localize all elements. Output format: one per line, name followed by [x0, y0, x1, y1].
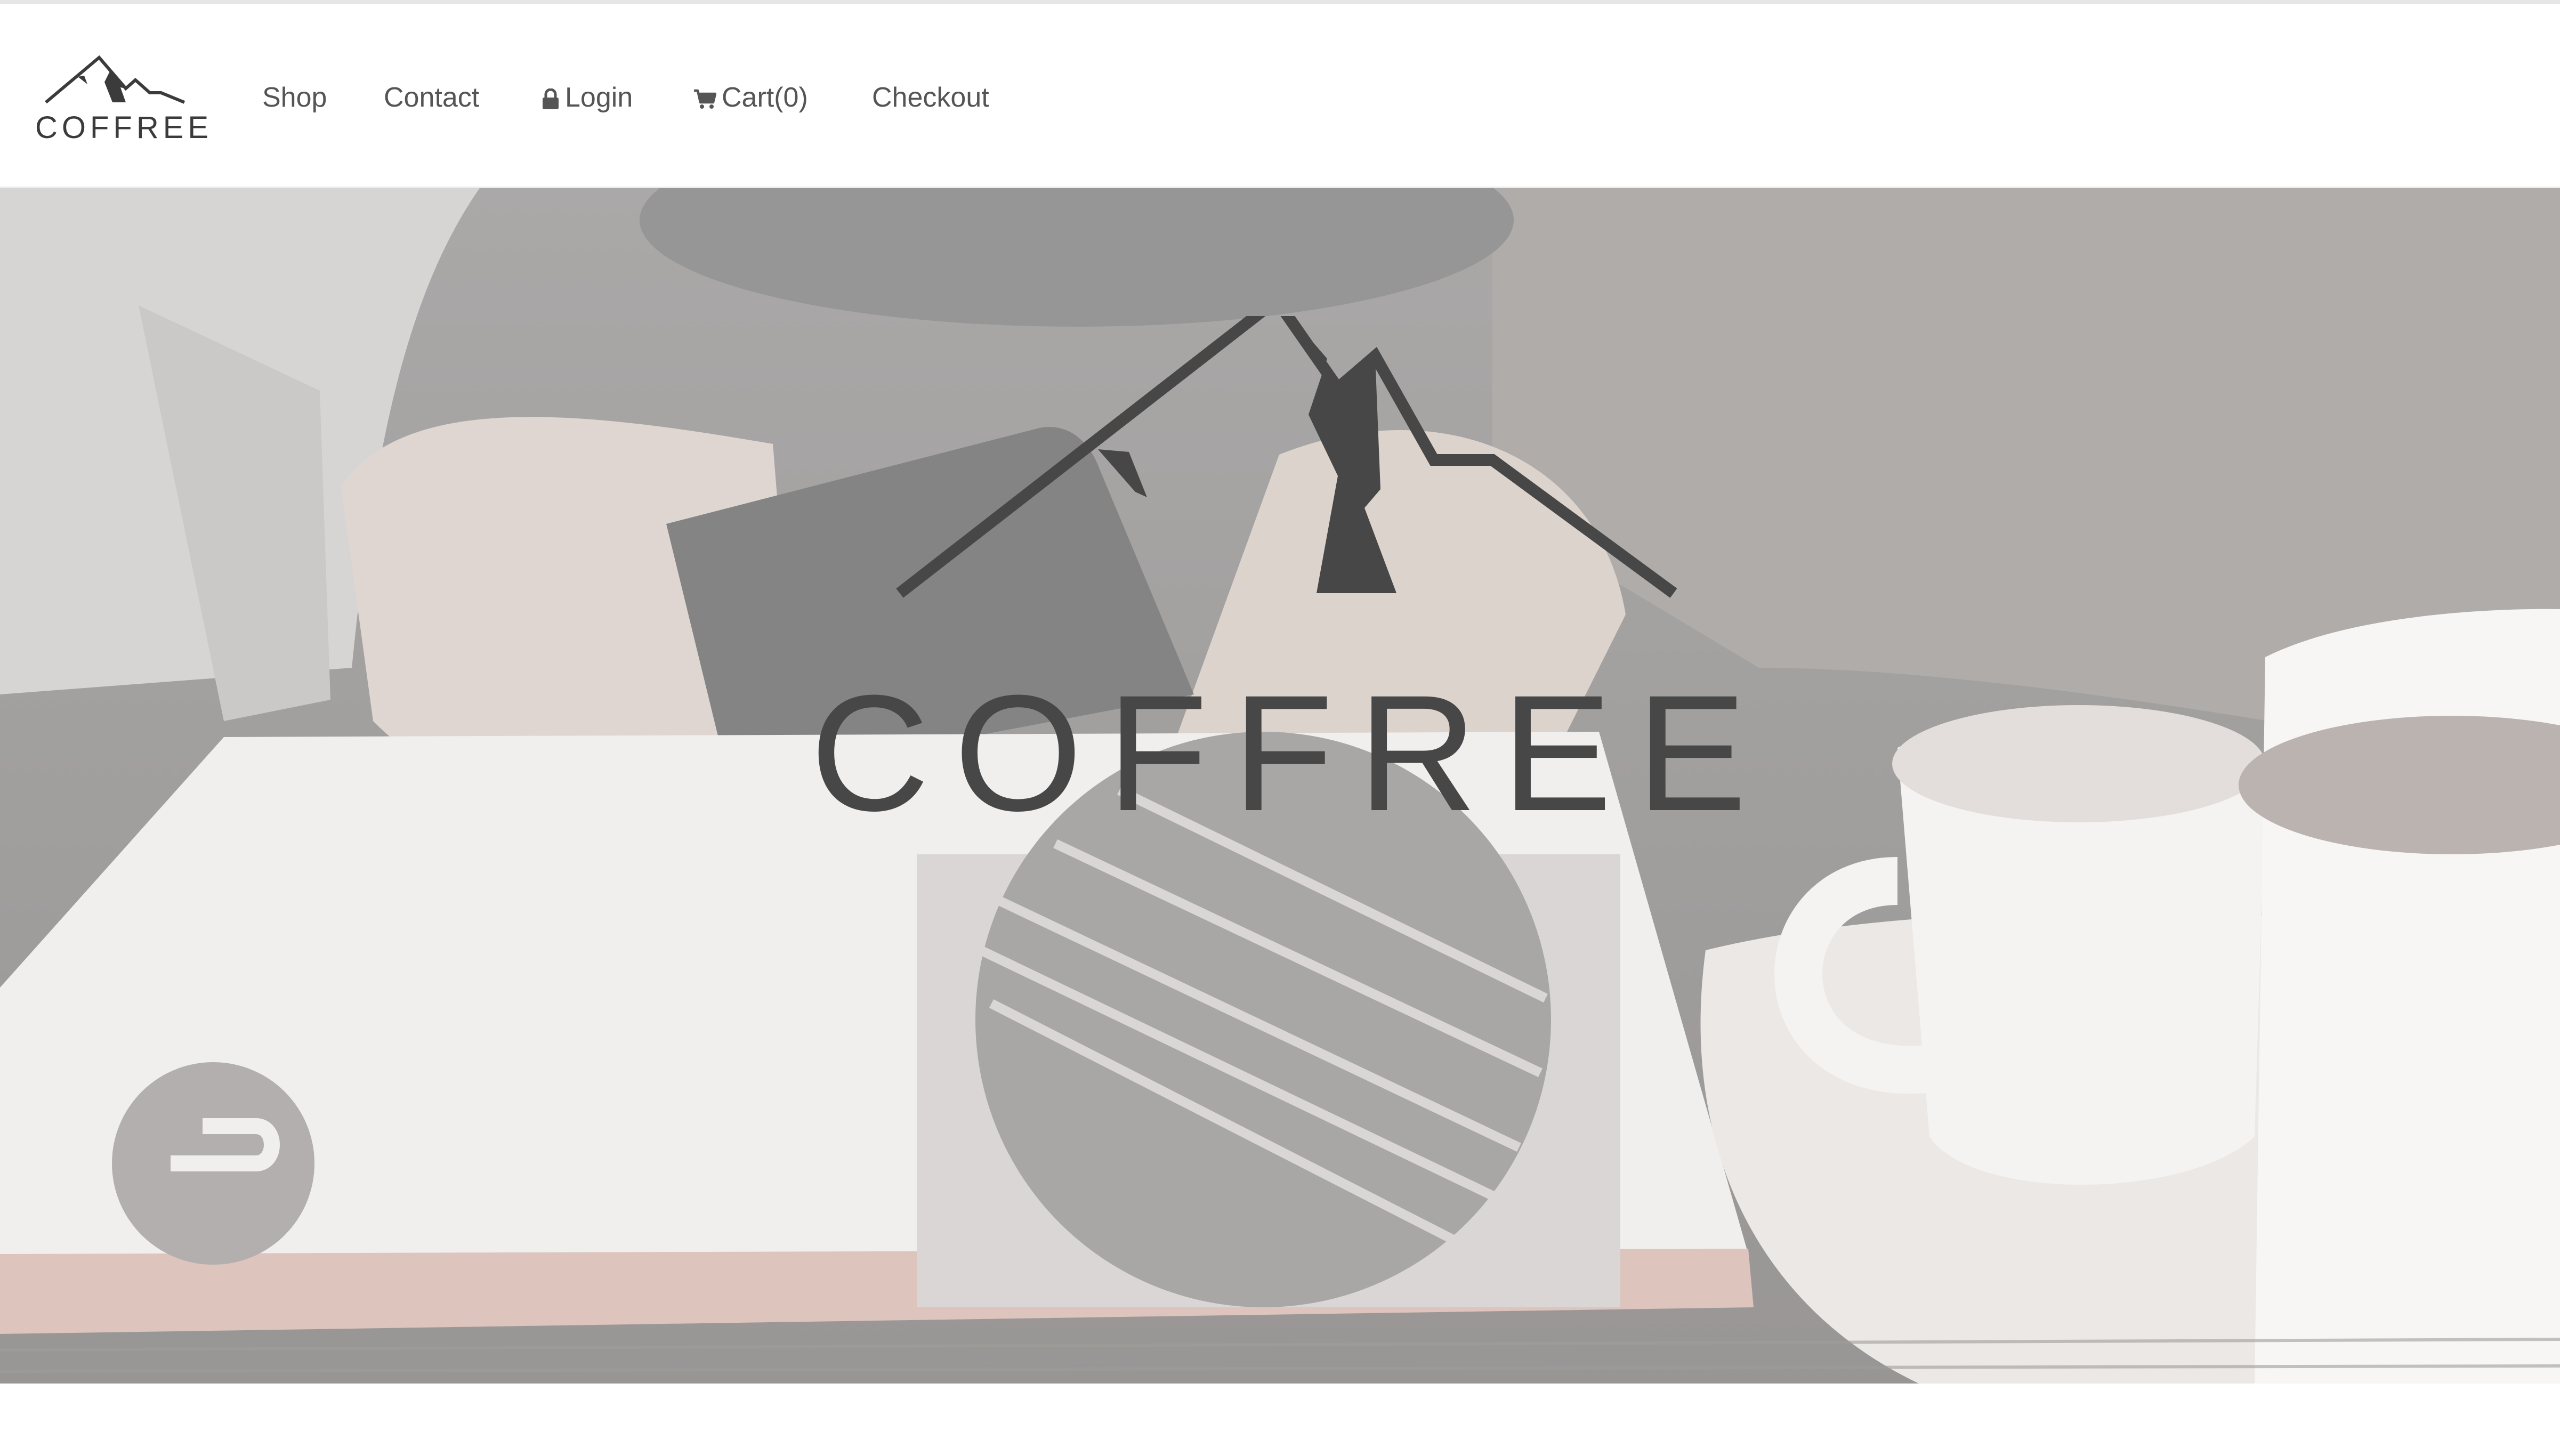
- navbar: COFFREE Shop Contact Login Cart(0) Check…: [0, 4, 2560, 188]
- cart-icon: [693, 88, 716, 110]
- hero-banner: COFFREE: [0, 188, 2560, 1384]
- nav-item-label: Login: [565, 82, 633, 113]
- nav-item-label: Cart(0): [722, 82, 808, 113]
- main-nav: Shop Contact Login Cart(0) Checkout: [0, 4, 2560, 188]
- nav-item-checkout[interactable]: Checkout: [872, 79, 989, 116]
- nav-item-login[interactable]: Login: [542, 79, 633, 116]
- nav-item-cart[interactable]: Cart(0): [693, 79, 808, 116]
- nav-item-contact[interactable]: Contact: [384, 79, 479, 116]
- nav-item-label: Checkout: [872, 82, 989, 113]
- lock-icon: [542, 88, 560, 110]
- page: COFFREE Shop Contact Login Cart(0) Check…: [0, 0, 2560, 1456]
- nav-item-label: Shop: [262, 82, 327, 113]
- nav-item-label: Contact: [384, 82, 480, 113]
- nav-item-shop[interactable]: Shop: [262, 79, 327, 116]
- top-divider: [0, 0, 2560, 4]
- hero-title: COFFREE: [810, 660, 1772, 845]
